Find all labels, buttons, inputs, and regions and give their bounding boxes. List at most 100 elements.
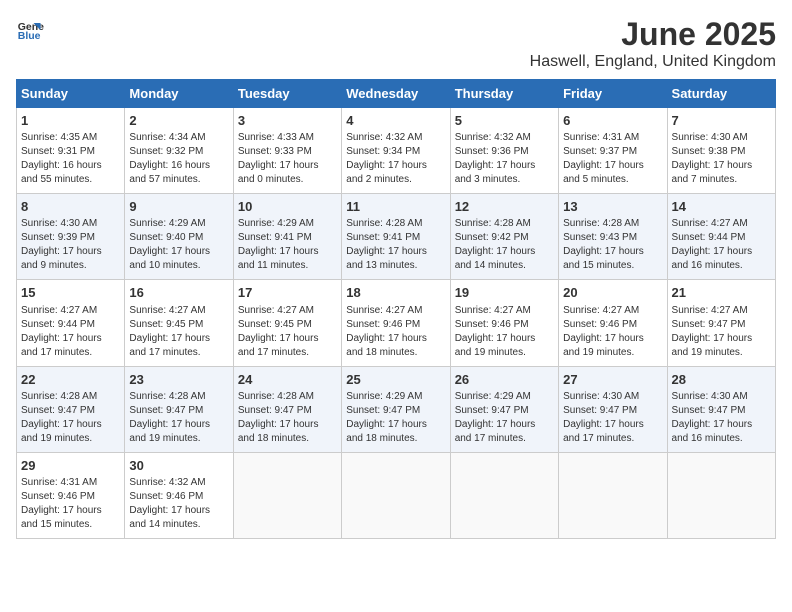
day-number: 23 — [129, 371, 228, 389]
day-info: Sunrise: 4:30 AMSunset: 9:39 PMDaylight:… — [21, 218, 102, 271]
calendar-cell: 22 Sunrise: 4:28 AMSunset: 9:47 PMDayligh… — [17, 366, 125, 452]
day-number: 12 — [455, 198, 554, 216]
day-info: Sunrise: 4:31 AMSunset: 9:46 PMDaylight:… — [21, 477, 102, 530]
day-number: 29 — [21, 457, 120, 475]
day-info: Sunrise: 4:28 AMSunset: 9:42 PMDaylight:… — [455, 218, 536, 271]
calendar-cell — [667, 452, 775, 538]
calendar-cell: 14 Sunrise: 4:27 AMSunset: 9:44 PMDayligh… — [667, 194, 775, 280]
calendar-cell: 12 Sunrise: 4:28 AMSunset: 9:42 PMDayligh… — [450, 194, 558, 280]
calendar-cell: 19 Sunrise: 4:27 AMSunset: 9:46 PMDayligh… — [450, 280, 558, 366]
day-header-friday: Friday — [559, 80, 667, 108]
day-info: Sunrise: 4:35 AMSunset: 9:31 PMDaylight:… — [21, 132, 102, 185]
calendar-cell: 30 Sunrise: 4:32 AMSunset: 9:46 PMDayligh… — [125, 452, 233, 538]
title-block: June 2025 Haswell, England, United Kingd… — [530, 16, 776, 71]
day-number: 11 — [346, 198, 445, 216]
calendar-cell: 20Sunrise: 4:27 AMSunset: 9:46 PMDayligh… — [559, 280, 667, 366]
day-number: 14 — [672, 198, 771, 216]
day-number: 22 — [21, 371, 120, 389]
calendar-cell: 4 Sunrise: 4:32 AMSunset: 9:34 PMDaylight… — [342, 108, 450, 194]
day-number: 1 — [21, 112, 120, 130]
day-number: 3 — [238, 112, 337, 130]
svg-text:Blue: Blue — [18, 30, 41, 42]
day-header-tuesday: Tuesday — [233, 80, 341, 108]
calendar-cell: 7Sunrise: 4:30 AMSunset: 9:38 PMDaylight… — [667, 108, 775, 194]
days-header-row: SundayMondayTuesdayWednesdayThursdayFrid… — [17, 80, 776, 108]
calendar-cell: 11 Sunrise: 4:28 AMSunset: 9:41 PMDayligh… — [342, 194, 450, 280]
day-info: Sunrise: 4:27 AMSunset: 9:46 PMDaylight:… — [455, 305, 536, 358]
calendar-cell: 6 Sunrise: 4:31 AMSunset: 9:37 PMDaylight… — [559, 108, 667, 194]
calendar-cell: 10Sunrise: 4:29 AMSunset: 9:41 PMDayligh… — [233, 194, 341, 280]
day-info: Sunrise: 4:32 AMSunset: 9:34 PMDaylight:… — [346, 132, 427, 185]
day-number: 24 — [238, 371, 337, 389]
calendar-cell: 29 Sunrise: 4:31 AMSunset: 9:46 PMDayligh… — [17, 452, 125, 538]
calendar-cell: 28 Sunrise: 4:30 AMSunset: 9:47 PMDayligh… — [667, 366, 775, 452]
main-title: June 2025 — [530, 16, 776, 53]
day-info: Sunrise: 4:32 AMSunset: 9:36 PMDaylight:… — [455, 132, 536, 185]
day-number: 15 — [21, 284, 120, 302]
day-header-saturday: Saturday — [667, 80, 775, 108]
logo: General Blue — [16, 16, 44, 44]
day-number: 21 — [672, 284, 771, 302]
page-header: General Blue June 2025 Haswell, England,… — [16, 16, 776, 71]
day-number: 20 — [563, 284, 662, 302]
week-row-0: 1 Sunrise: 4:35 AMSunset: 9:31 PMDaylight… — [17, 108, 776, 194]
calendar-cell: 27 Sunrise: 4:30 AMSunset: 9:47 PMDayligh… — [559, 366, 667, 452]
day-number: 2 — [129, 112, 228, 130]
day-info: Sunrise: 4:32 AMSunset: 9:46 PMDaylight:… — [129, 477, 210, 530]
day-info: Sunrise: 4:27 AMSunset: 9:46 PMDaylight:… — [346, 305, 427, 358]
calendar-cell: 2 Sunrise: 4:34 AMSunset: 9:32 PMDaylight… — [125, 108, 233, 194]
day-info: Sunrise: 4:30 AMSunset: 9:47 PMDaylight:… — [672, 391, 753, 444]
calendar-cell: 13 Sunrise: 4:28 AMSunset: 9:43 PMDayligh… — [559, 194, 667, 280]
calendar-cell — [450, 452, 558, 538]
week-row-2: 15Sunrise: 4:27 AMSunset: 9:44 PMDayligh… — [17, 280, 776, 366]
calendar-cell: 21Sunrise: 4:27 AMSunset: 9:47 PMDayligh… — [667, 280, 775, 366]
day-number: 30 — [129, 457, 228, 475]
day-number: 9 — [129, 198, 228, 216]
calendar-cell — [233, 452, 341, 538]
day-info: Sunrise: 4:27 AMSunset: 9:44 PMDaylight:… — [672, 218, 753, 271]
calendar-cell: 25 Sunrise: 4:29 AMSunset: 9:47 PMDayligh… — [342, 366, 450, 452]
week-row-1: 8 Sunrise: 4:30 AMSunset: 9:39 PMDaylight… — [17, 194, 776, 280]
week-row-4: 29 Sunrise: 4:31 AMSunset: 9:46 PMDayligh… — [17, 452, 776, 538]
day-info: Sunrise: 4:31 AMSunset: 9:37 PMDaylight:… — [563, 132, 644, 185]
day-info: Sunrise: 4:28 AMSunset: 9:43 PMDaylight:… — [563, 218, 644, 271]
day-number: 19 — [455, 284, 554, 302]
logo-icon: General Blue — [16, 16, 44, 44]
day-info: Sunrise: 4:28 AMSunset: 9:47 PMDaylight:… — [238, 391, 319, 444]
day-number: 8 — [21, 198, 120, 216]
day-header-wednesday: Wednesday — [342, 80, 450, 108]
day-info: Sunrise: 4:28 AMSunset: 9:47 PMDaylight:… — [21, 391, 102, 444]
day-info: Sunrise: 4:33 AMSunset: 9:33 PMDaylight:… — [238, 132, 319, 185]
day-number: 25 — [346, 371, 445, 389]
day-number: 28 — [672, 371, 771, 389]
day-number: 10 — [238, 198, 337, 216]
calendar-cell: 9 Sunrise: 4:29 AMSunset: 9:40 PMDaylight… — [125, 194, 233, 280]
day-info: Sunrise: 4:30 AMSunset: 9:47 PMDaylight:… — [563, 391, 644, 444]
day-number: 5 — [455, 112, 554, 130]
day-info: Sunrise: 4:34 AMSunset: 9:32 PMDaylight:… — [129, 132, 210, 185]
calendar-cell: 1 Sunrise: 4:35 AMSunset: 9:31 PMDaylight… — [17, 108, 125, 194]
day-info: Sunrise: 4:27 AMSunset: 9:45 PMDaylight:… — [238, 305, 319, 358]
day-number: 18 — [346, 284, 445, 302]
calendar-cell: 23Sunrise: 4:28 AMSunset: 9:47 PMDayligh… — [125, 366, 233, 452]
day-number: 27 — [563, 371, 662, 389]
calendar-cell: 8 Sunrise: 4:30 AMSunset: 9:39 PMDaylight… — [17, 194, 125, 280]
calendar-cell: 15Sunrise: 4:27 AMSunset: 9:44 PMDayligh… — [17, 280, 125, 366]
calendar-cell: 5 Sunrise: 4:32 AMSunset: 9:36 PMDaylight… — [450, 108, 558, 194]
day-number: 4 — [346, 112, 445, 130]
calendar-cell: 26Sunrise: 4:29 AMSunset: 9:47 PMDayligh… — [450, 366, 558, 452]
day-info: Sunrise: 4:27 AMSunset: 9:45 PMDaylight:… — [129, 305, 210, 358]
day-number: 6 — [563, 112, 662, 130]
week-row-3: 22 Sunrise: 4:28 AMSunset: 9:47 PMDayligh… — [17, 366, 776, 452]
day-number: 7 — [672, 112, 771, 130]
day-info: Sunrise: 4:29 AMSunset: 9:40 PMDaylight:… — [129, 218, 210, 271]
day-header-thursday: Thursday — [450, 80, 558, 108]
calendar-cell — [559, 452, 667, 538]
day-info: Sunrise: 4:29 AMSunset: 9:47 PMDaylight:… — [346, 391, 427, 444]
calendar-table: SundayMondayTuesdayWednesdayThursdayFrid… — [16, 79, 776, 539]
calendar-cell: 16Sunrise: 4:27 AMSunset: 9:45 PMDayligh… — [125, 280, 233, 366]
day-number: 13 — [563, 198, 662, 216]
calendar-cell: 17Sunrise: 4:27 AMSunset: 9:45 PMDayligh… — [233, 280, 341, 366]
day-info: Sunrise: 4:28 AMSunset: 9:41 PMDaylight:… — [346, 218, 427, 271]
calendar-cell: 3 Sunrise: 4:33 AMSunset: 9:33 PMDaylight… — [233, 108, 341, 194]
